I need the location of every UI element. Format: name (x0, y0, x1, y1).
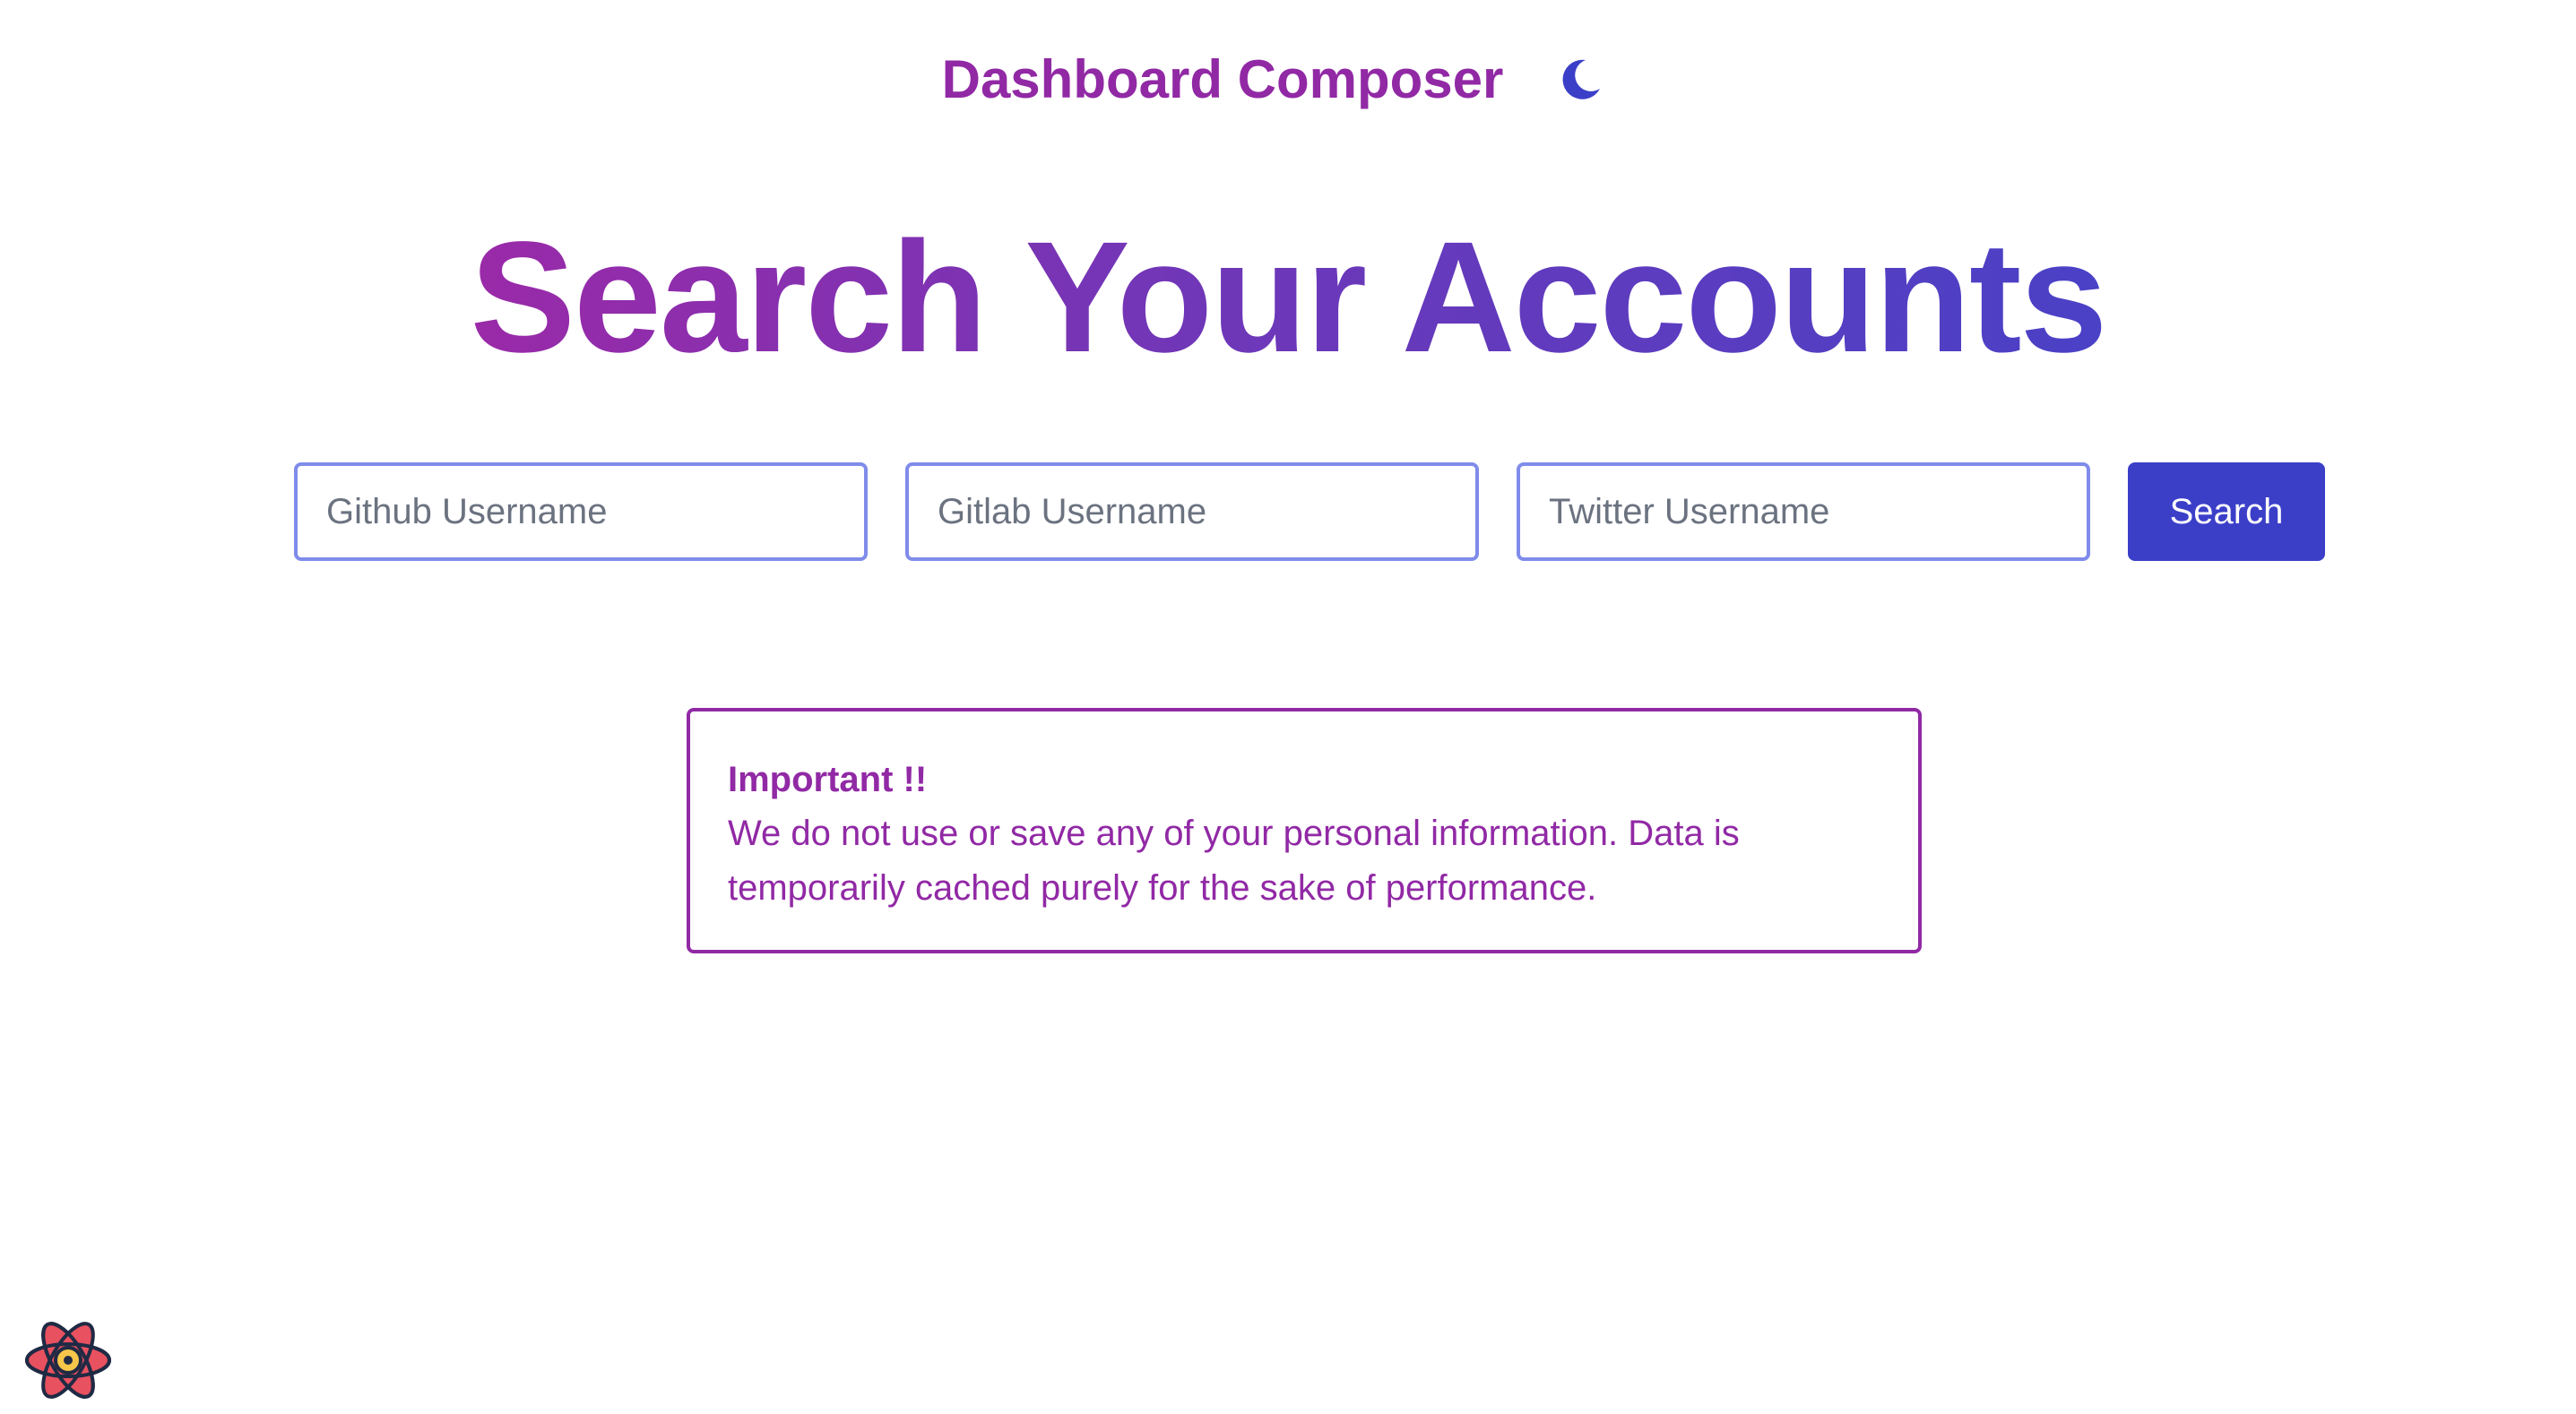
twitter-username-input[interactable] (1517, 462, 2090, 561)
notice-title: Important !! (728, 760, 928, 799)
hero-section: Search Your Accounts (0, 208, 2576, 387)
theme-toggle-button[interactable] (1555, 53, 1607, 105)
notice-body: We do not use or save any of your person… (728, 814, 1740, 908)
privacy-notice: Important !! We do not use or save any o… (687, 708, 1922, 953)
atom-logo-icon[interactable] (22, 1314, 115, 1407)
gitlab-username-input[interactable] (905, 462, 1479, 561)
moon-icon (1562, 59, 1601, 99)
page-title: Search Your Accounts (470, 210, 2108, 385)
top-bar: Dashboard Composer (0, 43, 2576, 115)
search-form: Search (294, 462, 2325, 561)
search-button[interactable]: Search (2128, 462, 2325, 561)
github-username-input[interactable] (294, 462, 868, 561)
app-title[interactable]: Dashboard Composer (942, 48, 1504, 110)
